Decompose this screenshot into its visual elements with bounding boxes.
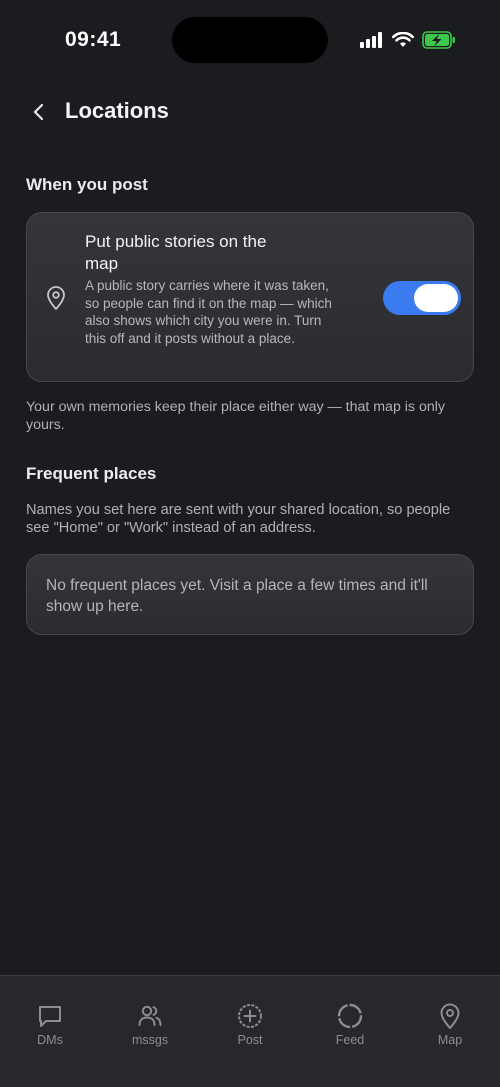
chevron-left-icon bbox=[33, 103, 44, 121]
toggle-description: A public story carries where it was take… bbox=[85, 278, 332, 346]
page-title: Locations bbox=[65, 98, 169, 123]
tab-mssgs[interactable]: mssgs bbox=[100, 976, 200, 1087]
tab-label: Feed bbox=[335, 1033, 365, 1047]
chat-bubble-icon bbox=[39, 1006, 61, 1027]
wifi-icon bbox=[392, 32, 414, 47]
map-pin-icon bbox=[47, 286, 65, 310]
tab-label: Post bbox=[237, 1033, 263, 1047]
when-you-post-heading: When you post bbox=[26, 175, 148, 194]
frequent-places-heading: Frequent places bbox=[26, 464, 157, 483]
dynamic-island bbox=[172, 17, 328, 63]
empty-state-text: No frequent places yet. Visit a place a … bbox=[46, 577, 428, 615]
tab-label: DMs bbox=[37, 1033, 63, 1047]
tab-label: Map bbox=[437, 1033, 463, 1047]
status-icons bbox=[360, 30, 456, 50]
status-bar: 09:41 bbox=[0, 0, 500, 80]
tab-dms[interactable]: DMs bbox=[0, 976, 100, 1087]
tab-label: mssgs bbox=[131, 1033, 169, 1047]
memories-note: Your own memories keep their place eithe… bbox=[26, 399, 445, 433]
circle-icon bbox=[337, 1003, 363, 1029]
status-time: 09:41 bbox=[65, 28, 122, 51]
back-button[interactable] bbox=[24, 96, 54, 128]
tab-feed[interactable]: Feed bbox=[300, 976, 400, 1087]
public-stories-card: Put public stories on the map A public s… bbox=[26, 212, 474, 382]
frequent-places-empty-card: No frequent places yet. Visit a place a … bbox=[26, 554, 474, 635]
header: Locations bbox=[0, 92, 500, 132]
signal-icon bbox=[360, 32, 382, 48]
public-stories-toggle[interactable] bbox=[383, 281, 461, 315]
tab-map[interactable]: Map bbox=[400, 976, 500, 1087]
battery-charging-icon bbox=[422, 31, 455, 49]
tab-post[interactable]: Post bbox=[200, 976, 300, 1087]
toggle-knob bbox=[414, 284, 458, 312]
tab-bar: DMs mssgs Post Feed Map bbox=[0, 975, 500, 1087]
toggle-title: Put public stories on the map bbox=[85, 232, 267, 273]
map-pin-icon bbox=[440, 1003, 460, 1029]
frequent-places-description: Names you set here are sent with your sh… bbox=[26, 502, 451, 536]
locations-screen: 09:41 Locations When you post Put public… bbox=[0, 0, 500, 1087]
plus-circle-icon bbox=[238, 1004, 262, 1028]
people-icon bbox=[138, 1005, 162, 1026]
